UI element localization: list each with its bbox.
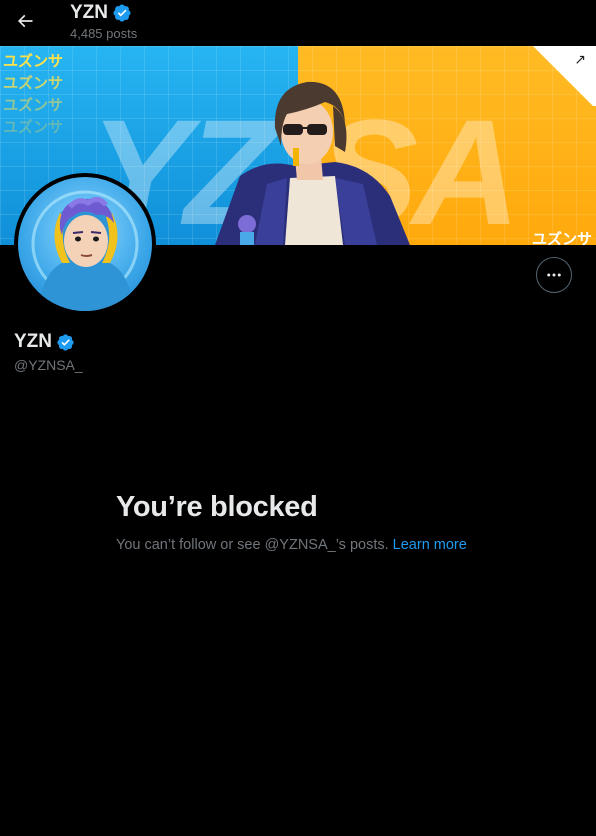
avatar-illustration <box>31 190 139 311</box>
back-button[interactable] <box>8 4 42 38</box>
learn-more-link[interactable]: Learn more <box>393 537 467 553</box>
arrow-up-right-icon: ↗ <box>574 52 586 68</box>
blocked-message-text: You can’t follow or see @YZNSA_’s posts. <box>116 537 389 553</box>
blocked-title: You’re blocked <box>116 491 318 523</box>
verified-badge-icon <box>113 4 131 22</box>
banner-jp-text: ユズンサ ユズンサ ユズンサ ユズンサ <box>3 52 64 136</box>
post-count: 4,485 posts <box>70 26 138 41</box>
verified-badge-icon[interactable] <box>56 333 75 352</box>
more-horizontal-icon <box>547 273 561 277</box>
avatar-image <box>18 177 152 311</box>
arrow-left-icon <box>17 14 33 28</box>
more-options-button[interactable] <box>536 257 572 293</box>
blocked-message: You can’t follow or see @YZNSA_’s posts.… <box>116 537 467 553</box>
profile-name-text: YZN <box>14 331 52 352</box>
profile-display-name: YZN <box>14 331 75 353</box>
banner-character-illustration <box>215 81 410 245</box>
top-bar: YZN 4,485 posts <box>0 0 596 46</box>
banner-jp-text-right: ユズンサ <box>531 230 592 245</box>
header-title: YZN <box>70 2 132 24</box>
profile-handle: @YZNSA_ <box>14 357 83 373</box>
header-name: YZN <box>70 2 108 23</box>
profile-avatar[interactable] <box>14 173 156 315</box>
